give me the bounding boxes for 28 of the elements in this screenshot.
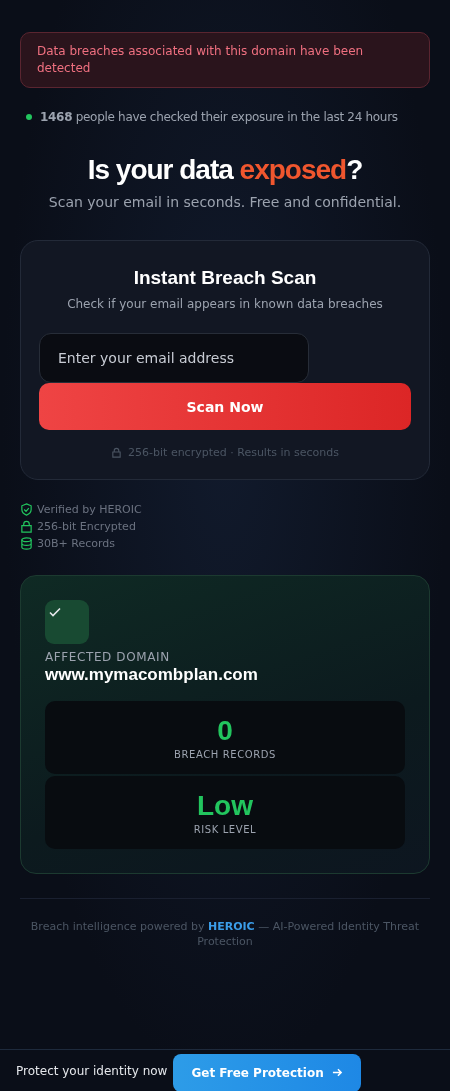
badge-label: 30B+ Records [37,537,115,550]
shield-check-icon [20,503,33,516]
headline: Is your data exposed? [86,154,364,186]
live-stat-text: 1468 people have checked their exposure in the last 24 hours [40,110,398,124]
stat-value: Low [197,790,253,822]
stat-value: 0 [217,715,233,747]
badge-label: Verified by HEROIC [37,503,142,516]
domain-label: AFFECTED DOMAIN [45,650,171,664]
lock-icon [111,447,123,458]
get-protection-button[interactable]: Get Free Protection [173,1053,361,1091]
email-field[interactable]: Enter your email address [39,333,309,383]
check-icon [45,600,89,644]
card-subtitle: Check if your email appears in known data breaches [67,297,383,311]
subtitle: Scan your email in seconds. Free and confidential. [47,194,403,210]
database-icon [20,537,33,550]
bottom-bar-text: Protect your identity now [16,1063,168,1078]
scan-button[interactable]: Scan Now [39,383,411,430]
arrow-right-icon [331,1067,343,1078]
card-title: Instant Breach Scan [133,267,317,289]
badge-label: 256-bit Encrypted [37,520,136,533]
lock-icon [20,520,33,533]
domain-name: www.mymacombplan.com [45,665,259,685]
stat-label: RISK LEVEL [193,824,257,835]
status-dot [26,114,32,120]
heroic-link[interactable]: HEROIC [208,920,255,933]
stat-label: BREACH RECORDS [174,749,276,760]
footer-text: Breach intelligence powered by HEROIC — AI-Powered Identity Threat Protection [29,919,421,949]
alert-banner: Data breaches associated with this domain have been detected [20,32,430,88]
